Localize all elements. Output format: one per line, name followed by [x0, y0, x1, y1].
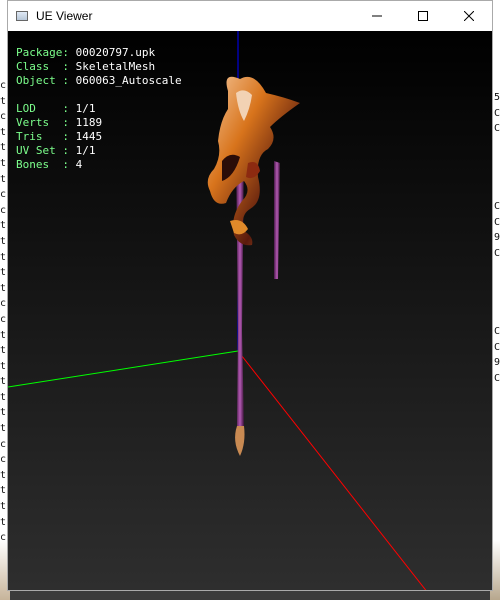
info-label: UV Set [16, 144, 63, 157]
info-row-tris: Tris : 1445 [16, 130, 182, 144]
info-separator: : [62, 46, 76, 59]
info-row-class: Class : SkeletalMesh [16, 60, 182, 74]
info-row-object: Object : 060063_Autoscale [16, 74, 182, 88]
skeletal-mesh-model [207, 76, 300, 456]
info-separator: : [62, 116, 76, 129]
info-label: Object [16, 74, 63, 87]
info-separator: : [62, 102, 76, 115]
info-value: 1189 [75, 116, 103, 129]
info-label: Class [16, 60, 63, 73]
info-value: 00020797.upk [75, 46, 156, 59]
info-row-bones: Bones : 4 [16, 158, 182, 172]
window-title: UE Viewer [36, 9, 93, 23]
y-axis-line [8, 350, 239, 388]
x-axis-line [237, 350, 427, 590]
info-separator: : [62, 74, 76, 87]
close-button[interactable] [446, 1, 492, 31]
info-separator: : [62, 130, 76, 143]
minimize-icon [372, 15, 382, 17]
info-separator: : [62, 158, 76, 171]
info-row-lod: LOD : 1/1 [16, 102, 182, 116]
close-icon [464, 11, 474, 21]
info-row-verts: Verts : 1189 [16, 116, 182, 130]
minimize-button[interactable] [354, 1, 400, 31]
3d-viewport[interactable]: Package: 00020797.upk Class : SkeletalMe… [8, 31, 492, 590]
info-value: 4 [75, 158, 83, 171]
mesh-info-overlay: Package: 00020797.upk Class : SkeletalMe… [16, 46, 182, 172]
info-row-uv-set: UV Set : 1/1 [16, 144, 182, 158]
info-value: 1445 [75, 130, 103, 143]
info-label: Verts [16, 116, 63, 129]
info-value: 1/1 [75, 102, 96, 115]
info-label: Tris [16, 130, 63, 143]
info-value: 060063_Autoscale [75, 74, 182, 87]
maximize-button[interactable] [400, 1, 446, 31]
info-label: LOD [16, 102, 63, 115]
app-window-icon [16, 11, 28, 21]
title-bar[interactable]: UE Viewer [8, 1, 492, 31]
info-separator: : [62, 60, 76, 73]
ue-viewer-window: UE Viewer Package: 00020797.upk Class: … [7, 0, 493, 591]
info-label: Bones [16, 158, 63, 171]
info-separator: : [62, 144, 76, 157]
info-value: SkeletalMesh [75, 60, 156, 73]
maximize-icon [418, 11, 428, 21]
info-value: 1/1 [75, 144, 96, 157]
info-label: Package [16, 46, 63, 59]
info-row-package: Package: 00020797.upk [16, 46, 182, 60]
